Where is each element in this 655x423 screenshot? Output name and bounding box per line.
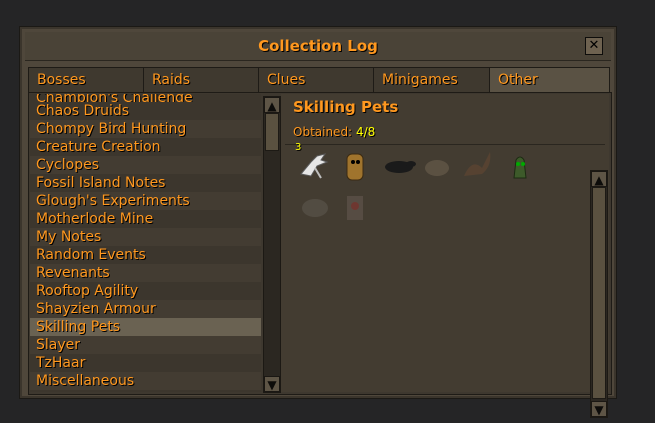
beaver-pet-icon[interactable] [381,148,417,184]
tab-minigames[interactable]: Minigames [373,67,491,92]
list-item[interactable]: Random Events [30,246,261,264]
tab-bar: Bosses Raids Clues Minigames Other [28,67,610,93]
tangleroot-pet-icon[interactable] [502,148,538,184]
scroll-thumb[interactable] [265,113,279,151]
window-title: Collection Log [258,37,378,55]
list-item[interactable]: Cyclopes [30,156,261,174]
tab-bosses[interactable]: Bosses [28,67,144,92]
obtained-counter: Obtained: 4/8 [293,125,375,139]
rift-guardian-pet-icon[interactable] [337,188,373,224]
scroll-up-button[interactable]: ▲ [591,171,607,187]
list-item[interactable]: Motherlode Mine [30,210,261,228]
list-item[interactable]: Revenants [30,264,261,282]
list-item[interactable]: Chompy Bird Hunting [30,120,261,138]
obtained-label: Obtained: [293,125,353,139]
tab-clues[interactable]: Clues [258,67,376,92]
list-item[interactable]: My Notes [30,228,261,246]
list-item[interactable]: TzHaar [30,354,261,372]
divider [285,144,605,145]
item-grid-panel: Skilling Pets Obtained: 4/8 3 [281,94,609,392]
list-item-partial[interactable]: Champion's Challenge [30,94,261,102]
collection-panel: Champion's Challenge Chaos Druids Chompy … [28,92,612,418]
giant-squirrel-pet-icon[interactable] [458,148,494,184]
scroll-thumb[interactable] [592,187,606,399]
rocky-pet-icon[interactable] [297,188,333,224]
tab-other[interactable]: Other [489,67,610,92]
list-scrollbar[interactable]: ▲ ▼ [263,96,281,393]
list-item[interactable]: Chaos Druids [30,102,261,120]
collection-log-window: Collection Log ✕ Bosses Raids Clues Mini… [19,26,617,418]
tab-raids[interactable]: Raids [143,67,261,92]
obtained-value: 4/8 [355,125,376,139]
page-title: Skilling Pets [293,98,399,116]
item-count: 3 [295,142,302,153]
category-list: Champion's Challenge Chaos Druids Chompy … [30,94,261,392]
scroll-down-button[interactable]: ▼ [264,376,280,392]
list-item[interactable]: Fossil Island Notes [30,174,261,192]
scroll-up-button[interactable]: ▲ [264,97,280,113]
list-item[interactable]: Skilling Pets [30,318,261,336]
heron-pet-icon[interactable]: 3 [295,142,333,184]
title-bar: Collection Log ✕ [25,32,611,61]
grid-scrollbar[interactable]: ▲ ▼ [590,170,608,418]
rock-golem-pet-icon[interactable] [337,148,373,184]
list-item[interactable]: Glough's Experiments [30,192,261,210]
scroll-down-button[interactable]: ▼ [591,401,607,417]
list-item[interactable]: Shayzien Armour [30,300,261,318]
list-item[interactable]: Miscellaneous [30,372,261,390]
close-button[interactable]: ✕ [585,37,603,55]
list-item[interactable]: Rooftop Agility [30,282,261,300]
list-item[interactable]: Slayer [30,336,261,354]
baby-chinchompa-pet-icon[interactable] [419,148,455,184]
list-item[interactable]: Creature Creation [30,138,261,156]
